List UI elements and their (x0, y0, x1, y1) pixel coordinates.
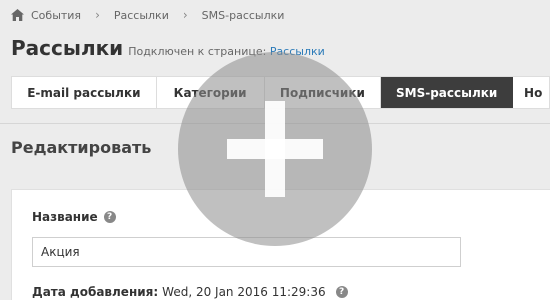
chevron-right-icon: › (182, 8, 188, 22)
date-added-label: Дата добавления: (32, 285, 159, 299)
plus-icon-vertical (265, 101, 285, 197)
home-icon[interactable] (11, 9, 24, 21)
date-added-value: Wed, 20 Jan 2016 11:29:36 (162, 285, 326, 299)
question-circle-icon[interactable]: ? (103, 211, 116, 223)
date-added-row: Дата добавления: Wed, 20 Jan 2016 11:29:… (32, 285, 348, 299)
tab-email-mailings[interactable]: E-mail рассылки (12, 77, 157, 108)
tab-sms-mailings[interactable]: SMS-рассылки (381, 77, 514, 108)
breadcrumb: События › Рассылки › SMS-рассылки (11, 6, 284, 24)
tab-truncated[interactable]: Но (513, 77, 550, 108)
name-label-text: Название (32, 210, 98, 224)
section-title: Редактировать (11, 138, 152, 157)
plus-overlay[interactable] (178, 52, 372, 246)
breadcrumb-mailings[interactable]: Рассылки (114, 9, 169, 22)
chevron-right-icon: › (95, 8, 100, 22)
name-field-label: Название ? (32, 210, 116, 224)
question-circle-icon[interactable]: ? (335, 286, 348, 298)
breadcrumb-sms-mailings: SMS-рассылки (201, 8, 285, 22)
breadcrumb-events[interactable]: События (31, 9, 81, 22)
page-title: Рассылки (11, 36, 124, 60)
